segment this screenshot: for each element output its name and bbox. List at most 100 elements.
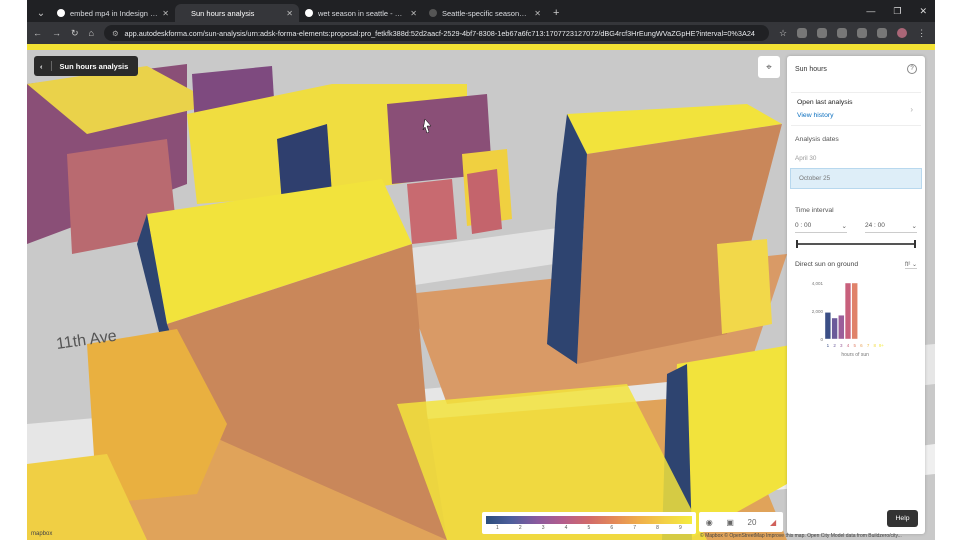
panel-header: Sun hours ?	[787, 56, 925, 82]
count-value: 20	[747, 517, 757, 527]
legend-tick: 3	[541, 525, 545, 531]
open-last-label: Open last analysis	[797, 99, 853, 106]
back-to-analyses-button[interactable]: ‹ Sun hours analysis	[34, 56, 139, 76]
tab-title: Seattle-specific seasons and th	[442, 8, 530, 18]
view-history-link[interactable]: View history	[797, 112, 915, 119]
x-tick-label: 7	[867, 343, 870, 348]
tab-title: embed mp4 in Indesign - Goog	[70, 8, 158, 18]
profile-avatar[interactable]	[897, 28, 908, 38]
direct-sun-histogram: 4,001 2,000 01 2 3 4 5 6 7 8 9+ hours of sun	[812, 281, 885, 358]
legend-tick: 4	[564, 525, 568, 531]
camera-icon[interactable]: ▣	[726, 518, 734, 527]
building	[407, 179, 457, 244]
divider	[50, 61, 52, 71]
extension-icon[interactable]	[817, 28, 828, 38]
unit-value: ft²	[904, 262, 911, 268]
top-accent-bar	[27, 44, 935, 50]
help-button[interactable]: Help	[887, 510, 918, 527]
open-last-analysis-card[interactable]: Open last analysis View history ›	[791, 92, 921, 126]
end-time-value: 24 : 00	[865, 222, 885, 229]
date-option-october[interactable]: October 25	[790, 168, 922, 189]
browser-tab-2[interactable]: wet season in seattle - Google ✕	[299, 4, 423, 22]
slider-start-handle[interactable]	[796, 240, 798, 248]
histogram-bar	[831, 317, 838, 340]
new-tab-icon[interactable]: +	[547, 7, 565, 22]
time-interval-label: Time interval	[795, 207, 834, 214]
y-tick-label: 4,001	[812, 281, 824, 286]
analysis-dates-label: Analysis dates	[795, 136, 839, 143]
direct-sun-row: Direct sun on ground ft² ⌄	[787, 247, 925, 269]
question-icon[interactable]: ?	[907, 64, 917, 74]
view-tools: ◉ ▣ 20 ◢	[699, 512, 783, 532]
browser-tab-1[interactable]: Sun hours analysis ✕	[175, 4, 299, 22]
maximize-icon[interactable]: ❐	[893, 6, 901, 17]
time-interval-inputs: 0 : 00 ⌄ 24 : 00 ⌄	[787, 214, 925, 233]
end-time-input[interactable]: 24 : 00 ⌄	[865, 222, 917, 233]
x-tick-label: 6	[860, 343, 863, 348]
browser-tab-3[interactable]: Seattle-specific seasons and th ✕	[423, 4, 547, 22]
chevron-down-icon: ⌄	[911, 223, 917, 230]
eye-icon[interactable]: ◉	[706, 518, 713, 527]
legend-tick: 2	[518, 525, 522, 531]
back-label: Sun hours analysis	[59, 61, 129, 71]
map-attribution[interactable]: © Mapbox © OpenStreetMap Improve this ma…	[700, 533, 902, 539]
x-tick-label: 8	[874, 343, 877, 348]
close-window-icon[interactable]: ✕	[919, 6, 927, 17]
unit-select[interactable]: ft² ⌄	[904, 261, 917, 269]
histogram-bar	[844, 282, 852, 340]
panel-title: Sun hours	[795, 65, 827, 73]
reload-icon[interactable]: ↻	[71, 28, 79, 39]
google-favicon-icon	[305, 9, 313, 17]
histogram-bar	[824, 312, 832, 340]
extension-icon[interactable]	[837, 28, 848, 38]
url-text: app.autodeskforma.com/sun-analysis/urn:a…	[124, 28, 755, 38]
y-tick-label: 2,000	[812, 309, 824, 314]
back-arrow-icon[interactable]: ←	[33, 28, 42, 38]
menu-icon[interactable]: ⋮	[917, 28, 926, 39]
site-favicon-icon	[429, 9, 437, 17]
browser-toolbar: ← → ↻ ⌂ ⚙ app.autodeskforma.com/sun-anal…	[27, 22, 935, 44]
start-time-input[interactable]: 0 : 00 ⌄	[795, 222, 847, 233]
direct-sun-label: Direct sun on ground	[795, 261, 859, 268]
extension-icon[interactable]	[797, 28, 808, 38]
date-option-april[interactable]: April 30	[787, 149, 925, 168]
x-tick-label: 9+	[879, 343, 885, 348]
x-tick-label: 3	[840, 343, 843, 348]
slider-track	[796, 243, 916, 245]
tab-title: wet season in seattle - Google	[318, 8, 406, 18]
legend-tick: 7	[633, 525, 637, 531]
forward-arrow-icon[interactable]: →	[52, 28, 61, 38]
chevron-right-icon: ›	[910, 105, 913, 114]
building	[467, 169, 502, 234]
histogram-bar	[838, 315, 845, 340]
google-favicon-icon	[57, 9, 65, 17]
bookmark-star-icon[interactable]: ☆	[779, 28, 787, 39]
legend-tick: 6	[610, 525, 614, 531]
time-range-slider[interactable]	[796, 240, 916, 248]
close-tab-icon[interactable]: ✕	[534, 9, 541, 18]
close-tab-icon[interactable]: ✕	[410, 9, 417, 18]
x-tick-label: 1	[827, 343, 830, 348]
browser-tab-0[interactable]: embed mp4 in Indesign - Goog ✕	[51, 4, 175, 22]
sun-path-icon[interactable]: ◢	[770, 518, 776, 527]
start-time-value: 0 : 00	[795, 222, 812, 229]
minimize-icon[interactable]: —	[866, 6, 875, 17]
address-bar[interactable]: ⚙ app.autodeskforma.com/sun-analysis/urn…	[103, 25, 769, 41]
legend-tick: 8	[656, 525, 659, 531]
sidepanel-icon[interactable]	[877, 28, 888, 38]
extensions-puzzle-icon[interactable]	[857, 28, 868, 38]
tab-search-icon[interactable]: ⌄	[31, 4, 51, 22]
x-tick-label: 5	[853, 343, 856, 348]
home-icon[interactable]: ⌂	[89, 28, 94, 38]
site-info-icon[interactable]: ⚙	[112, 29, 119, 38]
locate-button[interactable]: ⌖	[758, 56, 780, 78]
x-tick-label: 4	[847, 343, 850, 348]
window-controls: — ❐ ✕	[858, 6, 935, 22]
legend-gradient	[486, 516, 692, 524]
close-tab-icon[interactable]: ✕	[162, 9, 169, 18]
x-tick-label: 2	[833, 343, 836, 348]
close-tab-icon[interactable]: ✕	[286, 9, 293, 18]
slider-end-handle[interactable]	[914, 240, 916, 248]
chevron-down-icon: ⌄	[841, 223, 847, 230]
legend-tick: 9	[679, 525, 682, 531]
